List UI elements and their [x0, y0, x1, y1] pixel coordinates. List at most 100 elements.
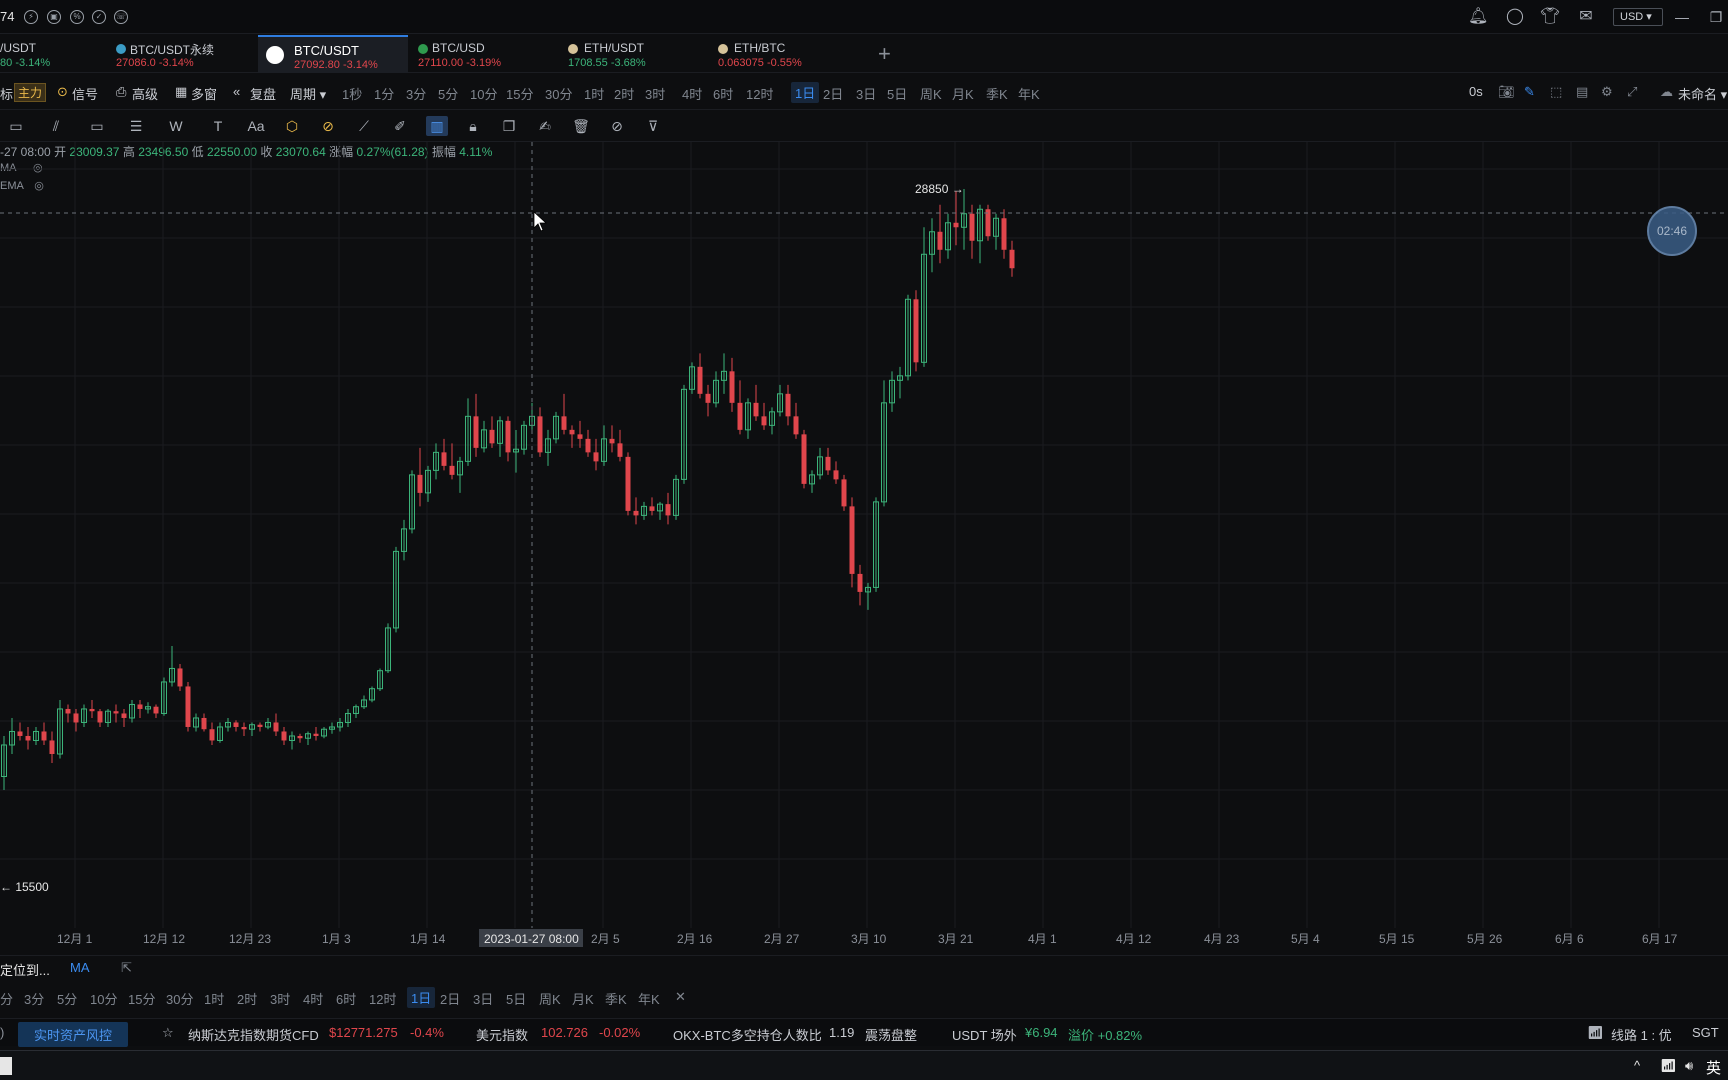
replay-button[interactable]: 复盘: [250, 84, 276, 103]
window-icon[interactable]: ❐: [1706, 8, 1726, 26]
rectangle-icon[interactable]: ▭: [86, 116, 108, 136]
period-20[interactable]: 年K: [1018, 84, 1040, 103]
ruler-icon[interactable]: ▭: [5, 116, 27, 136]
period-15[interactable]: 3日: [856, 84, 876, 103]
tab-eth-btc[interactable]: ETH/BTC 0.063075 -0.55%: [708, 35, 858, 73]
brush-icon[interactable]: ✐: [389, 116, 411, 136]
subchart-period-0[interactable]: 3分: [24, 989, 44, 1008]
edit-list-icon[interactable]: ✍: [534, 116, 556, 136]
external-link-icon[interactable]: ⇱: [121, 960, 132, 976]
copy-icon[interactable]: ❐: [498, 116, 520, 136]
line-status[interactable]: 线路 1 : 优: [1611, 1025, 1672, 1044]
camera-icon[interactable]: 📷︎: [1498, 84, 1515, 100]
main-force-badge[interactable]: 主力: [14, 83, 47, 102]
trash-icon[interactable]: 🗑︎: [570, 116, 592, 136]
subchart-period-6[interactable]: 2时: [237, 989, 257, 1008]
phone-icon[interactable]: ☏: [114, 10, 128, 24]
printer-icon[interactable]: ⎙: [116, 84, 126, 100]
period-16[interactable]: 5日: [887, 84, 907, 103]
rewind-icon[interactable]: «: [233, 84, 240, 99]
currency-select[interactable]: USD ▾: [1613, 8, 1663, 26]
tab-eth-usdt[interactable]: ETH/USDT 1708.55 -3.68%: [558, 35, 708, 73]
candlestick-chart[interactable]: 28850 → ← 15500: [0, 142, 1728, 928]
subchart-close-icon[interactable]: ✕: [675, 989, 686, 1005]
link-icon[interactable]: ⊘: [606, 116, 628, 136]
period-13[interactable]: 1日: [791, 82, 820, 103]
period-17[interactable]: 周K: [920, 84, 942, 103]
network-icon[interactable]: 📶︎: [1660, 1058, 1677, 1074]
advanced-button[interactable]: 高级: [132, 84, 158, 103]
subchart-period-partial[interactable]: 分: [0, 989, 13, 1008]
locate-button[interactable]: 定位到...: [0, 960, 50, 979]
subchart-period-16[interactable]: 月K: [572, 989, 594, 1008]
bell-icon[interactable]: 🔔︎: [1468, 8, 1488, 26]
subchart-period-5[interactable]: 1时: [204, 989, 224, 1008]
gear-icon[interactable]: ⚙: [1601, 84, 1613, 100]
grid-icon[interactable]: ▦: [175, 84, 187, 100]
countdown-badge[interactable]: 02:46: [1647, 206, 1697, 256]
subchart-indicator-ma[interactable]: MA: [70, 960, 90, 975]
chip-icon[interactable]: ▣: [47, 10, 61, 24]
indicator-label[interactable]: 标: [0, 84, 13, 103]
period-11[interactable]: 6时: [713, 84, 733, 103]
subchart-period-15[interactable]: 周K: [539, 989, 561, 1008]
period-2[interactable]: 3分: [406, 84, 426, 103]
subchart-period-4[interactable]: 30分: [166, 989, 193, 1008]
shirt-icon[interactable]: 👕︎: [1540, 8, 1560, 26]
pencil-icon[interactable]: ✎: [1524, 84, 1535, 100]
magnet-off-icon[interactable]: ⊘: [317, 116, 339, 136]
period-8[interactable]: 2时: [614, 84, 634, 103]
chat-icon[interactable]: ◯: [1505, 8, 1525, 26]
risk-control-button[interactable]: 实时资产风控: [18, 1022, 129, 1047]
wave-icon[interactable]: W: [165, 116, 187, 136]
fib-lines-icon[interactable]: ☰: [125, 116, 147, 136]
layout-icon[interactable]: ⬚: [1550, 84, 1562, 100]
bars-icon[interactable]: ▥: [426, 116, 448, 136]
tab-partial-usdt[interactable]: /USDT 80 -3.14%: [0, 35, 108, 73]
period-3[interactable]: 5分: [438, 84, 458, 103]
subchart-period-3[interactable]: 15分: [128, 989, 155, 1008]
fullscreen-icon[interactable]: ⤢: [1627, 84, 1637, 100]
subchart-period-7[interactable]: 3时: [270, 989, 290, 1008]
text-tool-icon[interactable]: T: [207, 116, 229, 136]
period-dropdown[interactable]: 周期 ▾: [290, 84, 326, 103]
parallel-lines-icon[interactable]: ⫽: [45, 116, 67, 136]
cloud-icon[interactable]: ☁: [1660, 84, 1673, 100]
tab-btc-usd[interactable]: BTC/USD 27110.00 -3.19%: [408, 35, 558, 73]
pin-icon[interactable]: ☆: [162, 1025, 174, 1041]
tray-chevron-icon[interactable]: ^: [1634, 1058, 1640, 1073]
period-5[interactable]: 15分: [506, 84, 533, 103]
subchart-period-8[interactable]: 4时: [303, 989, 323, 1008]
lock-icon[interactable]: 🔒︎: [462, 116, 484, 136]
signal-icon[interactable]: ⊙: [57, 84, 68, 100]
period-4[interactable]: 10分: [470, 84, 497, 103]
period-19[interactable]: 季K: [986, 84, 1008, 103]
signal-button[interactable]: 信号: [72, 84, 98, 103]
period-0[interactable]: 1秒: [342, 84, 362, 103]
ime-indicator[interactable]: 英: [1706, 1057, 1721, 1078]
period-6[interactable]: 30分: [545, 84, 572, 103]
check-icon[interactable]: ✓: [92, 10, 106, 24]
subchart-period-11[interactable]: 1日: [407, 987, 436, 1008]
subchart-period-18[interactable]: 年K: [638, 989, 660, 1008]
unnamed-layout[interactable]: 未命名 ▾: [1678, 84, 1727, 103]
measure-icon[interactable]: ⟋: [353, 116, 375, 136]
period-9[interactable]: 3时: [645, 84, 665, 103]
mail-icon[interactable]: ✉: [1576, 8, 1596, 26]
multi-window-button[interactable]: 多窗: [191, 84, 217, 103]
tab-btc-usdt[interactable]: BTC/USDT 27092.80 -3.14%: [258, 35, 408, 73]
add-tab-button[interactable]: +: [878, 41, 891, 67]
period-12[interactable]: 12时: [746, 84, 773, 103]
subchart-period-12[interactable]: 2日: [440, 989, 460, 1008]
subchart-period-2[interactable]: 10分: [90, 989, 117, 1008]
app-icon[interactable]: [0, 1057, 12, 1075]
tab-btc-usdt-perp[interactable]: BTC/USDT永续 27086.0 -3.14%: [108, 35, 258, 73]
percent-icon[interactable]: %: [70, 10, 84, 24]
subchart-period-9[interactable]: 6时: [336, 989, 356, 1008]
save-icon[interactable]: ▤: [1576, 84, 1588, 100]
period-14[interactable]: 2日: [823, 84, 843, 103]
font-icon[interactable]: Aa: [245, 116, 267, 136]
subchart-period-13[interactable]: 3日: [473, 989, 493, 1008]
subchart-period-14[interactable]: 5日: [506, 989, 526, 1008]
lightning-icon[interactable]: ⚡: [24, 10, 38, 24]
